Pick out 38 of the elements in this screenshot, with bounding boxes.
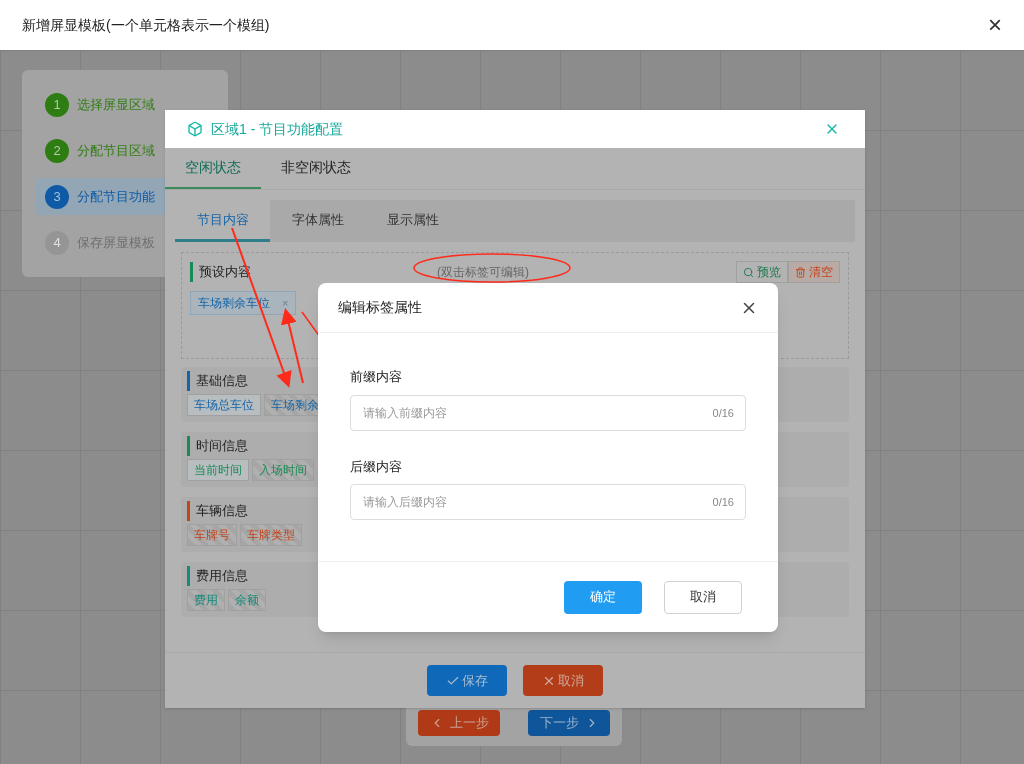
content-tab[interactable]: 字体属性 (270, 200, 365, 242)
step-number: 2 (45, 138, 69, 163)
remove-tag-button[interactable]: × (282, 294, 289, 312)
step-label: 选择屏显区域 (77, 95, 155, 114)
cancel-button[interactable]: 取消 (664, 580, 742, 614)
trash-icon (795, 266, 806, 278)
content-tab[interactable]: 节目内容 (175, 200, 270, 242)
clear-button[interactable]: 清空 (788, 261, 840, 283)
character-count: 0/16 (712, 405, 734, 421)
field-label: 后缀内容 (350, 457, 403, 476)
category-title: 车辆信息 (196, 502, 248, 521)
state-tab[interactable]: 空闲状态 (165, 148, 261, 189)
section-marker (190, 262, 193, 282)
step-number: 3 (45, 184, 69, 209)
character-count: 0/16 (712, 495, 734, 510)
preview-button[interactable]: 预览 (736, 261, 788, 283)
cube-icon (187, 121, 203, 137)
step-label: 分配节目功能 (77, 187, 155, 206)
close-button[interactable]: × (988, 13, 1002, 37)
field-tag[interactable]: 车场总车位 (187, 394, 261, 416)
window-title: 新增屏显模板(一个单元格表示一个模组) (22, 15, 270, 35)
save-button[interactable]: 保存 (427, 665, 507, 696)
category-title: 时间信息 (196, 437, 248, 456)
search-icon (743, 266, 754, 278)
step-number: 4 (45, 230, 69, 255)
category-title: 费用信息 (196, 567, 248, 586)
step-number: 1 (45, 92, 69, 117)
state-tab[interactable]: 非空闲状态 (261, 148, 371, 189)
next-step-button[interactable]: 下一步 (528, 710, 610, 736)
field-tag[interactable]: 当前时间 (187, 459, 249, 481)
dialog-title: 编辑标签属性 (338, 298, 422, 317)
content-tab[interactable]: 显示属性 (365, 200, 460, 242)
confirm-button[interactable]: 确定 (564, 580, 642, 614)
step-label: 分配节目区域 (77, 141, 155, 160)
cancel-button[interactable]: 取消 (523, 665, 603, 696)
field-label: 前缀内容 (350, 368, 403, 386)
category-title: 基础信息 (196, 372, 248, 391)
previous-step-button[interactable]: 上一步 (418, 710, 500, 736)
